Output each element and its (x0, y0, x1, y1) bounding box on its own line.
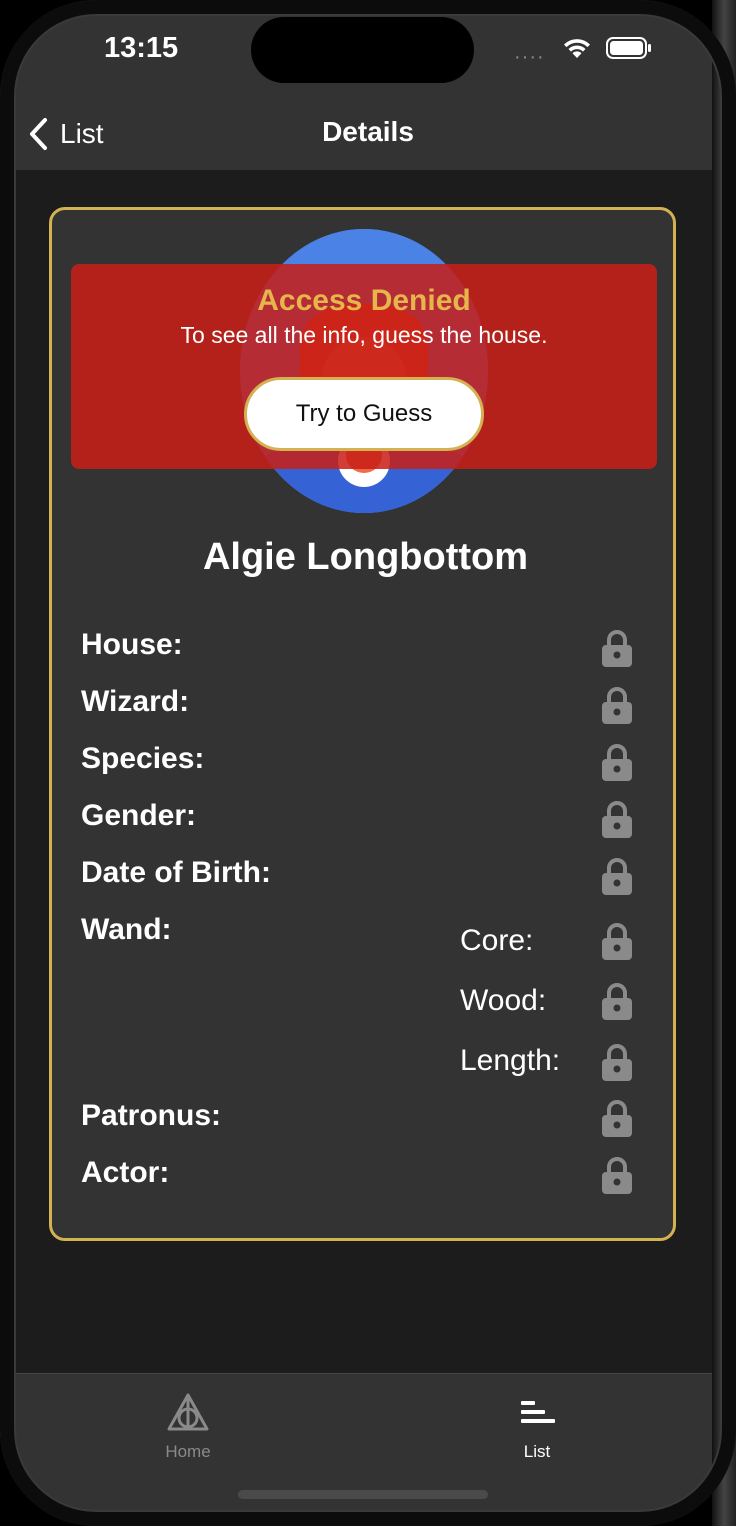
tab-list-label: List (523, 1442, 551, 1461)
wifi-icon (564, 39, 590, 58)
lock-icon (602, 1044, 632, 1081)
access-denied-banner: Access Denied To see all the info, guess… (71, 264, 657, 469)
tab-home-label: Home (165, 1442, 211, 1461)
lock-icon (602, 1157, 632, 1194)
wand-label: Wand: (81, 913, 172, 946)
status-bar: 13:15 ···· (0, 0, 736, 100)
cellular-signal-icon: ···· (514, 46, 545, 68)
lock-icon (602, 630, 632, 667)
lock-icon (602, 1100, 632, 1137)
phone-screen: 13:15 ···· List Details Access Denied To… (0, 0, 736, 1526)
try-to-guess-button[interactable]: Try to Guess (244, 377, 484, 451)
list-icon (521, 1401, 555, 1423)
access-denied-title: Access Denied (257, 284, 471, 317)
character-name: Algie Longbottom (202, 536, 529, 578)
detail-content: Access Denied To see all the info, guess… (0, 170, 736, 1373)
wizard-label: Wizard: (81, 685, 190, 718)
tab-bar: Home List (0, 1373, 736, 1526)
tab-home[interactable]: Home (108, 1392, 268, 1462)
gender-label: Gender: (81, 799, 197, 832)
home-indicator (238, 1490, 488, 1499)
lock-icon (602, 801, 632, 838)
battery-icon (606, 37, 651, 59)
character-card: Access Denied To see all the info, guess… (49, 207, 676, 1241)
status-time: 13:15 (104, 32, 179, 64)
date-of-birth-label: Date of Birth: (81, 856, 271, 889)
lock-icon (602, 923, 632, 960)
actor-label: Actor: (81, 1156, 170, 1189)
wand-wood-label: Wood: (460, 984, 547, 1017)
deathly-hallows-icon (167, 1393, 209, 1431)
dynamic-island (251, 17, 474, 83)
page-title: Details (322, 116, 414, 147)
access-denied-subtitle: To see all the info, guess the house. (180, 322, 548, 348)
species-label: Species: (81, 742, 205, 775)
wand-core-label: Core: (460, 924, 534, 957)
navigation-bar: List Details (0, 100, 736, 170)
lock-icon (602, 744, 632, 781)
lock-icon (602, 687, 632, 724)
device-edge (712, 0, 736, 1526)
lock-icon (602, 858, 632, 895)
tab-list[interactable]: List (457, 1392, 617, 1462)
lock-icon (602, 983, 632, 1020)
wand-length-label: Length: (460, 1044, 561, 1077)
house-label: House: (81, 628, 183, 661)
patronus-label: Patronus: (81, 1099, 222, 1132)
